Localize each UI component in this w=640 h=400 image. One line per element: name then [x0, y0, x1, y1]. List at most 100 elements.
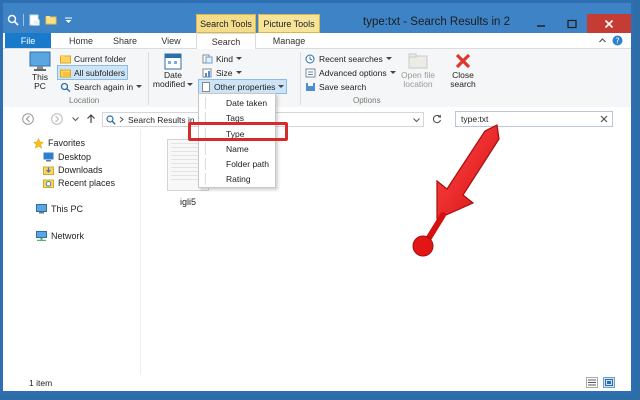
svg-text:?: ? [615, 36, 619, 45]
current-folder-button[interactable]: Current folder [58, 52, 128, 65]
tab-home[interactable]: Home [61, 33, 101, 48]
chevron-down-icon [389, 71, 396, 74]
subfolders-icon [60, 69, 71, 77]
recent-searches-icon [305, 54, 315, 63]
nav-recent-places[interactable]: Recent places [43, 177, 115, 189]
open-folder-icon [408, 53, 428, 69]
new-folder-icon[interactable] [44, 13, 58, 27]
nav-network[interactable]: Network [36, 230, 84, 242]
recent-locations-button[interactable] [69, 113, 81, 125]
ribbon-tabs: File Home Share View Search Manage ? [3, 33, 631, 49]
calendar-icon [164, 53, 182, 70]
this-pc-button[interactable]: This PC [25, 51, 55, 91]
recent-searches-label: Recent searches [319, 53, 383, 64]
chevron-down-icon [413, 117, 420, 122]
menu-item-date-taken[interactable]: Date taken [205, 97, 272, 109]
maximize-button[interactable] [556, 14, 587, 33]
chevron-up-icon[interactable] [597, 35, 608, 46]
tab-file[interactable]: File [5, 33, 51, 48]
chevron-down-icon [71, 117, 79, 122]
breadcrumb-chevron-icon [119, 116, 124, 123]
search-icon [106, 114, 116, 125]
nav-favorites-label: Favorites [48, 138, 86, 148]
close-icon [604, 19, 614, 28]
search-again-icon [60, 82, 71, 92]
recent-searches-button[interactable]: Recent searches [303, 52, 394, 65]
details-view-icon [588, 379, 596, 386]
menu-item-folder-path[interactable]: Folder path [205, 158, 272, 170]
explorer-window: Search Tools Picture Tools type:txt - Se… [0, 0, 634, 394]
close-button[interactable] [587, 14, 631, 33]
open-file-location-button[interactable]: Open file location [397, 51, 439, 89]
kind-icon [202, 54, 213, 63]
save-search-button[interactable]: Save search [303, 80, 368, 93]
red-pointer-arrow [412, 124, 500, 257]
kind-label: Kind [216, 53, 234, 64]
date-modified-label-2: modified [152, 79, 186, 89]
nav-recent-places-label: Recent places [58, 178, 116, 188]
navigation-pane: Favorites Desktop Downloads Recent place… [3, 129, 141, 375]
chevron-down-icon [236, 57, 243, 60]
ribbon-divider [300, 52, 301, 105]
save-search-label: Save search [319, 81, 367, 92]
properties-icon[interactable] [27, 13, 41, 27]
menu-item-rating[interactable]: Rating [205, 173, 272, 185]
chevron-down-icon [385, 57, 392, 60]
tab-view[interactable]: View [149, 33, 193, 48]
ribbon-divider [148, 52, 149, 105]
nav-desktop-label: Desktop [58, 152, 92, 162]
customize-toolbar-icon[interactable] [61, 13, 75, 27]
up-button[interactable] [85, 113, 97, 125]
quick-access-toolbar [6, 13, 75, 27]
tab-search[interactable]: Search [196, 33, 256, 49]
forward-button[interactable] [51, 113, 63, 125]
address-path: Search Results in [128, 114, 195, 125]
close-search-button[interactable]: Close search [446, 51, 480, 89]
computer-icon [29, 51, 51, 71]
search-window-icon [6, 13, 20, 27]
window-title: type:txt - Search Results in 2 [363, 16, 511, 28]
menu-item-name[interactable]: Name [205, 143, 272, 155]
location-group-label: Location [69, 96, 100, 105]
nav-favorites[interactable]: Favorites [33, 137, 85, 149]
nav-network-label: Network [51, 231, 85, 241]
maximize-icon [566, 19, 577, 28]
kind-button[interactable]: Kind [200, 52, 244, 65]
nav-this-pc[interactable]: This PC [36, 203, 83, 215]
back-button[interactable] [22, 113, 34, 125]
nav-desktop[interactable]: Desktop [43, 151, 91, 163]
tab-share[interactable]: Share [105, 33, 145, 48]
clear-search-icon[interactable] [600, 115, 608, 123]
size-icon [202, 68, 212, 77]
document-icon [202, 81, 210, 92]
status-bar: 1 item [3, 375, 631, 391]
forward-arrow-icon [51, 113, 63, 125]
back-arrow-icon [22, 113, 34, 125]
details-view-button[interactable] [586, 377, 598, 388]
all-subfolders-label: All subfolders [74, 67, 126, 78]
downloads-icon [43, 166, 54, 175]
large-icons-view-button[interactable] [603, 377, 615, 388]
size-label: Size [216, 67, 233, 78]
minimize-icon [536, 24, 545, 27]
ribbon-panel: This PC Current folder All subfolders Se… [3, 49, 631, 108]
chevron-down-icon [136, 85, 143, 88]
computer-icon [36, 204, 47, 214]
search-again-in-button[interactable]: Search again in [58, 80, 144, 93]
folder-icon [60, 54, 71, 63]
size-button[interactable]: Size [200, 66, 244, 79]
toolbar-divider [23, 14, 24, 26]
up-arrow-icon [87, 114, 95, 123]
date-modified-button[interactable]: Date modified [151, 51, 195, 89]
picture-tools-group-label: Picture Tools [258, 14, 320, 33]
tab-manage[interactable]: Manage [258, 33, 320, 48]
advanced-options-button[interactable]: Advanced options [303, 66, 398, 79]
minimize-button[interactable] [525, 14, 556, 33]
all-subfolders-button[interactable]: All subfolders [57, 65, 129, 80]
help-icon[interactable]: ? [612, 35, 623, 46]
other-properties-button[interactable]: Other properties [198, 79, 288, 94]
type-highlight-box [188, 122, 288, 141]
chevron-down-icon [278, 85, 285, 88]
nav-downloads[interactable]: Downloads [43, 164, 103, 176]
advanced-options-label: Advanced options [319, 67, 387, 78]
